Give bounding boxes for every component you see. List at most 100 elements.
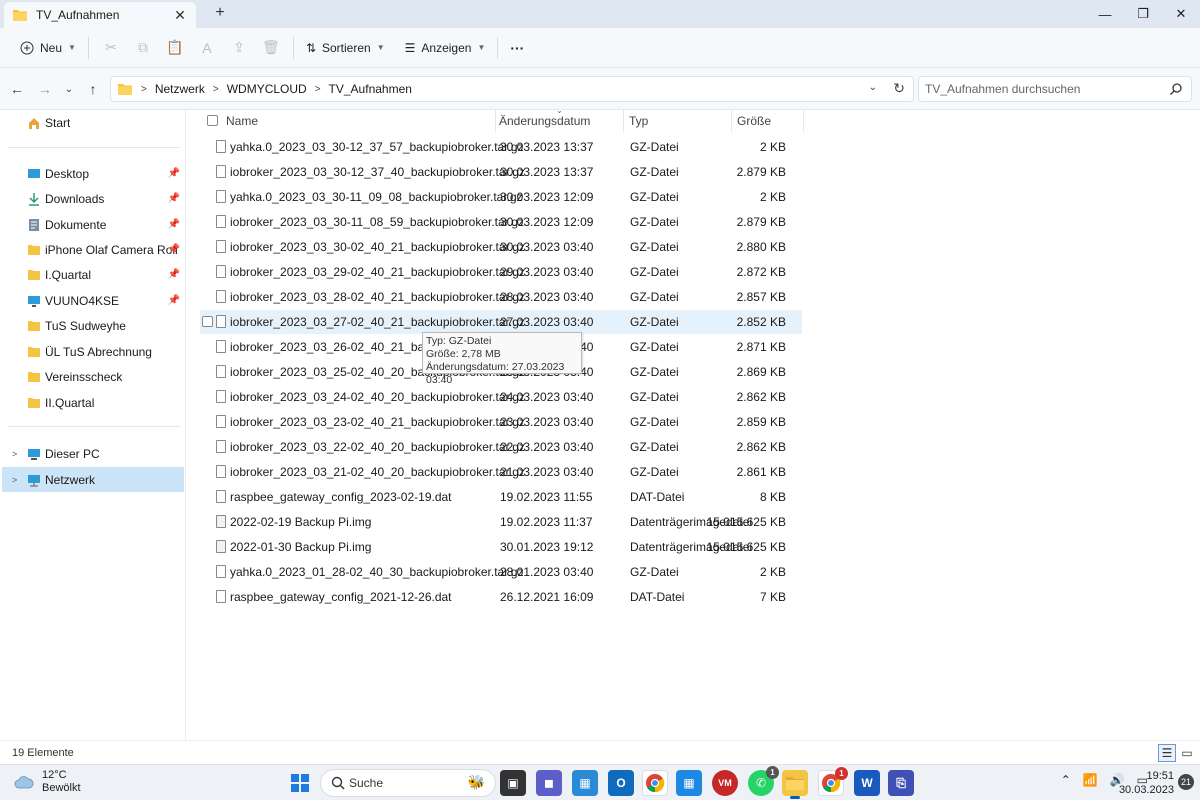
sidebar-item-start[interactable]: Start	[2, 110, 184, 135]
table-row[interactable]: iobroker_2023_03_28-02_40_21_backupiobro…	[200, 285, 802, 309]
task-view-icon[interactable]: ▣	[500, 770, 526, 796]
search-input[interactable]: TV_Aufnahmen durchsuchen	[918, 76, 1192, 102]
sidebar-item-netzwerk[interactable]: > Netzwerk	[2, 467, 184, 492]
more-options-button[interactable]: ···	[504, 33, 530, 63]
table-row[interactable]: raspbee_gateway_config_2023-02-19.dat 19.…	[200, 485, 802, 509]
tiles-view-icon[interactable]: ▭	[1178, 744, 1196, 762]
column-divider[interactable]	[731, 110, 732, 132]
sidebar-item-vuuno4kse[interactable]: VUUNO4KSE 📌	[2, 288, 184, 313]
search-highlight-icon: 🐝	[467, 774, 485, 790]
chrome-profile-icon[interactable]: 1	[818, 767, 848, 796]
new-button[interactable]: Neu ▼	[14, 33, 82, 63]
pin-icon[interactable]: 📌	[168, 269, 180, 280]
notification-badge[interactable]: 21	[1178, 774, 1194, 790]
sidebar-item-i-quartal[interactable]: I.Quartal 📌	[2, 262, 184, 287]
table-row[interactable]: iobroker_2023_03_21-02_40_20_backupiobro…	[200, 460, 802, 484]
table-row[interactable]: iobroker_2023_03_27-02_40_21_backupiobro…	[200, 310, 802, 334]
sidebar-item-ii-quartal[interactable]: II.Quartal	[2, 390, 184, 415]
address-dropdown-icon[interactable]: ⌄	[869, 82, 877, 93]
minimize-button[interactable]: —	[1086, 0, 1124, 28]
column-divider[interactable]	[495, 110, 496, 132]
refresh-icon[interactable]: ↻	[893, 80, 905, 97]
sidebar-item-desktop[interactable]: Desktop 📌	[2, 161, 184, 186]
table-row[interactable]: yahka.0_2023_01_28-02_40_30_backupiobrok…	[200, 560, 802, 584]
column-header-type[interactable]: Typ	[629, 110, 729, 132]
file-size: 15.015.625 KB	[706, 515, 786, 529]
breadcrumb-netzwerk[interactable]: > Netzwerk	[141, 82, 205, 96]
pin-icon[interactable]: 📌	[168, 244, 180, 255]
word-icon[interactable]: W	[854, 770, 880, 796]
table-row[interactable]: iobroker_2023_03_24-02_40_20_backupiobro…	[200, 385, 802, 409]
table-row[interactable]: raspbee_gateway_config_2021-12-26.dat 26.…	[200, 585, 802, 609]
column-header-name[interactable]: Name	[226, 110, 486, 132]
pin-icon[interactable]: 📌	[168, 168, 180, 179]
sidebar-item-tus-sudweyhe[interactable]: TuS Sudweyhe	[2, 313, 184, 338]
table-row[interactable]: iobroker_2023_03_30-02_40_21_backupiobro…	[200, 235, 802, 259]
column-divider[interactable]	[803, 110, 804, 132]
store-icon[interactable]: ▦	[676, 770, 702, 796]
pin-icon[interactable]: 📌	[168, 193, 180, 204]
chevron-right-icon[interactable]: >	[12, 475, 17, 485]
view-button[interactable]: ☰ Anzeigen ▼	[399, 33, 492, 63]
recent-chevron-icon[interactable]: ⌄	[58, 78, 80, 100]
table-row[interactable]: yahka.0_2023_03_30-12_37_57_backupiobrok…	[200, 135, 802, 159]
maximize-button[interactable]: ❐	[1124, 0, 1162, 28]
tab-tv-aufnahmen[interactable]: TV_Aufnahmen ✕	[4, 2, 196, 28]
table-row[interactable]: 2022-02-19 Backup Pi.img 19.02.2023 11:37…	[200, 510, 802, 534]
teams-chat-icon[interactable]: ◼	[536, 770, 562, 796]
row-checkbox[interactable]	[202, 316, 213, 327]
pin-icon[interactable]: 📌	[168, 219, 180, 230]
taskbar-search[interactable]: Suche 🐝	[320, 769, 496, 797]
close-tab-icon[interactable]: ✕	[172, 7, 188, 24]
wifi-icon[interactable]: 📶	[1083, 773, 1098, 787]
network-app-icon[interactable]: ⎘	[888, 770, 914, 796]
column-header-size[interactable]: Größe	[737, 110, 797, 132]
sort-button[interactable]: ⇅ Sortieren ▼	[300, 33, 391, 63]
sidebar-item-iphone-backup[interactable]: iPhone Olaf Camera Roll Backup 📌	[2, 237, 184, 262]
table-row[interactable]: iobroker_2023_03_30-12_37_40_backupiobro…	[200, 160, 802, 184]
delete-icon[interactable]: 🗑	[255, 33, 287, 63]
forward-arrow-icon[interactable]: →	[34, 78, 56, 100]
chevron-right-icon[interactable]: >	[12, 449, 17, 459]
copy-icon[interactable]: ⧉	[127, 33, 159, 63]
sidebar-item-ul-tus-abrechnung[interactable]: ÜL TuS Abrechnung	[2, 339, 184, 364]
sidebar-item-downloads[interactable]: Downloads 📌	[2, 186, 184, 211]
new-tab-button[interactable]: +	[210, 4, 230, 22]
sidebar-item-vereinsscheck[interactable]: Vereinsscheck	[2, 364, 184, 389]
select-all-checkbox[interactable]	[207, 115, 218, 126]
close-window-button[interactable]: ✕	[1162, 0, 1200, 28]
file-explorer-icon[interactable]	[782, 770, 808, 799]
widget-app-icon[interactable]: ▦	[572, 770, 598, 796]
file-size: 2.880 KB	[736, 240, 786, 254]
pin-icon[interactable]: 📌	[168, 295, 180, 306]
share-icon[interactable]: ⇪	[223, 33, 255, 63]
vm-app-icon[interactable]: VM	[712, 770, 738, 796]
table-row[interactable]: 2022-01-30 Backup Pi.img 30.01.2023 19:12…	[200, 535, 802, 559]
up-arrow-icon[interactable]: ↑	[82, 78, 104, 100]
start-button[interactable]	[287, 770, 313, 796]
breadcrumb-wdmycloud[interactable]: > WDMYCLOUD	[213, 82, 307, 96]
cut-icon[interactable]: ✂	[95, 33, 127, 63]
column-header-date[interactable]: Änderungsdatum	[499, 110, 619, 132]
sidebar-item-dieser-pc[interactable]: > Dieser PC	[2, 441, 184, 466]
table-row[interactable]: iobroker_2023_03_29-02_40_21_backupiobro…	[200, 260, 802, 284]
chevron-up-icon[interactable]: ⌃	[1061, 773, 1071, 787]
clock[interactable]: 19:51 30.03.2023	[1119, 769, 1174, 797]
chrome-icon[interactable]	[642, 770, 668, 796]
column-divider[interactable]	[623, 110, 624, 132]
file-size: 2.857 KB	[736, 290, 786, 304]
paste-icon[interactable]: 📋	[159, 33, 191, 63]
rename-icon[interactable]: A	[191, 33, 223, 63]
weather-widget[interactable]: 12°C Bewölkt	[14, 769, 81, 795]
details-view-icon[interactable]: ☰	[1158, 744, 1176, 762]
table-row[interactable]: iobroker_2023_03_22-02_40_20_backupiobro…	[200, 435, 802, 459]
whatsapp-icon[interactable]: ✆ 1	[748, 766, 779, 796]
back-arrow-icon[interactable]: ←	[6, 78, 28, 100]
table-row[interactable]: iobroker_2023_03_23-02_40_21_backupiobro…	[200, 410, 802, 434]
sidebar-item-dokumente[interactable]: Dokumente 📌	[2, 212, 184, 237]
breadcrumb-tv-aufnahmen[interactable]: > TV_Aufnahmen	[315, 82, 412, 96]
table-row[interactable]: iobroker_2023_03_30-11_08_59_backupiobro…	[200, 210, 802, 234]
address-bar[interactable]: > Netzwerk > WDMYCLOUD > TV_Aufnahmen ⌄ ↻	[110, 76, 914, 102]
outlook-icon[interactable]: O	[608, 770, 634, 796]
table-row[interactable]: yahka.0_2023_03_30-11_09_08_backupiobrok…	[200, 185, 802, 209]
